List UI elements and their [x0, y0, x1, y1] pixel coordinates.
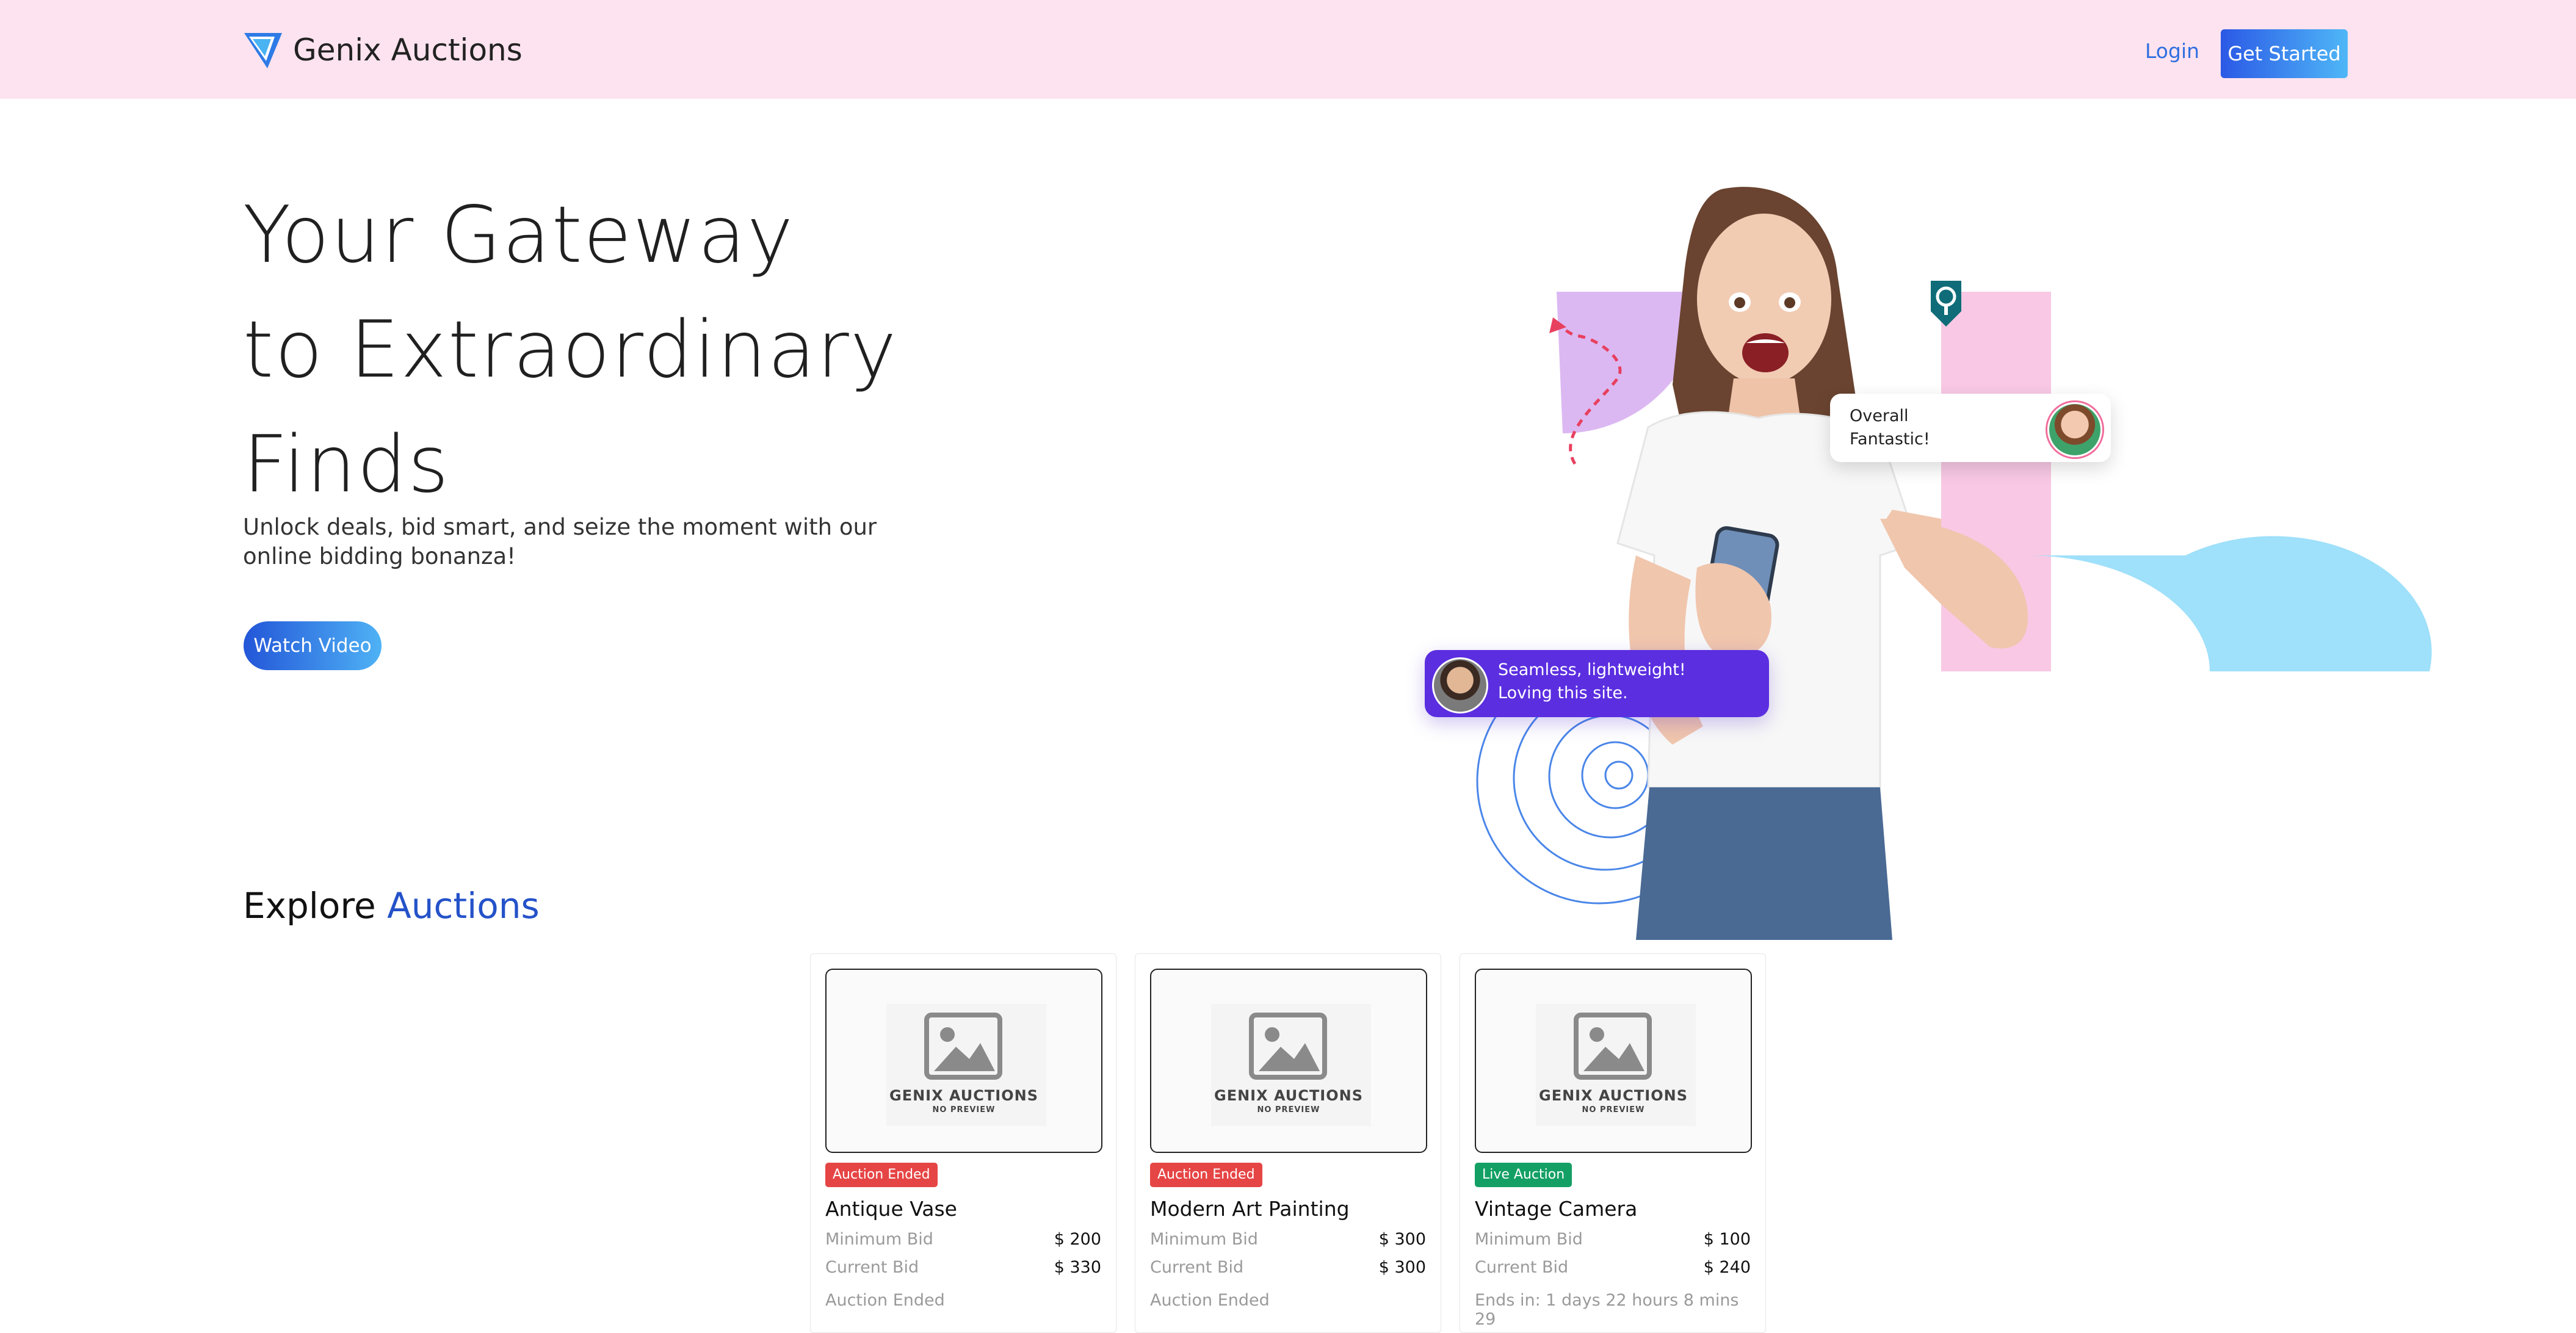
- auction-title[interactable]: Vintage Camera: [1475, 1197, 1637, 1221]
- review-bubble-fantastic: Overall Fantastic!: [1830, 394, 2111, 462]
- status-badge: Auction Ended: [825, 1163, 938, 1187]
- review-bubble-seamless: Seamless, lightweight! Loving this site.: [1425, 650, 1769, 717]
- auction-footer-row: Auction Ended: [1150, 1291, 1426, 1310]
- brand[interactable]: Genix Auctions: [243, 31, 523, 70]
- auction-card[interactable]: GENIX AUCTIONS NO PREVIEW Live Auction V…: [1460, 953, 1766, 1333]
- auction-card[interactable]: GENIX AUCTIONS NO PREVIEW Auction Ended …: [810, 953, 1116, 1333]
- placeholder-brand: GENIX AUCTIONS: [889, 1087, 1038, 1104]
- get-started-button[interactable]: Get Started: [2221, 29, 2348, 78]
- minimum-bid-value: $ 200: [1054, 1230, 1101, 1249]
- open-mouth: [1742, 333, 1789, 372]
- image-placeholder-icon: [1574, 1013, 1652, 1080]
- auction-footer: Auction Ended: [1150, 1291, 1270, 1310]
- hero-title-line-1: Your Gateway: [243, 190, 795, 281]
- image-placeholder-icon: [924, 1013, 1002, 1080]
- placeholder-sub: NO PREVIEW: [932, 1105, 996, 1114]
- review-line-1: Overall: [1850, 406, 1909, 425]
- image-placeholder-icon: [1249, 1013, 1327, 1080]
- auction-footer-row: Auction Ended: [825, 1291, 1101, 1310]
- auction-footer: Ends in: 1 days 22 hours 8 mins 29: [1475, 1291, 1739, 1329]
- placeholder-image: GENIX AUCTIONS NO PREVIEW: [825, 969, 1102, 1153]
- review-bubble-text: Overall Fantastic!: [1850, 405, 1930, 451]
- review-line-2: Fantastic!: [1850, 430, 1930, 449]
- status-badge: Live Auction: [1475, 1163, 1572, 1187]
- auction-title[interactable]: Modern Art Painting: [1150, 1197, 1350, 1221]
- current-bid-row: Current Bid $ 330: [825, 1258, 1101, 1277]
- explore-prefix: Explore: [243, 885, 376, 927]
- hero-title-line-3: Finds: [243, 419, 450, 510]
- minimum-bid-value: $ 100: [1703, 1230, 1751, 1249]
- current-bid-value: $ 300: [1378, 1258, 1426, 1277]
- minimum-bid-value: $ 300: [1378, 1230, 1426, 1249]
- jeans: [1636, 787, 1892, 940]
- minimum-bid-row: Minimum Bid $ 100: [1475, 1230, 1751, 1249]
- minimum-bid-label: Minimum Bid: [825, 1230, 933, 1249]
- auction-title[interactable]: Antique Vase: [825, 1197, 957, 1221]
- hero-title-line-2: to Extraordinary: [243, 305, 898, 396]
- minimum-bid-row: Minimum Bid $ 200: [825, 1230, 1101, 1249]
- top-navbar: Genix Auctions Login Get Started: [0, 0, 2576, 99]
- watch-video-button[interactable]: Watch Video: [244, 621, 382, 670]
- placeholder-image: GENIX AUCTIONS NO PREVIEW: [1150, 969, 1427, 1153]
- brand-name: Genix Auctions: [293, 32, 523, 68]
- review-line-1: Seamless, lightweight!: [1498, 660, 1686, 679]
- minimum-bid-label: Minimum Bid: [1475, 1230, 1583, 1249]
- current-bid-row: Current Bid $ 240: [1475, 1258, 1751, 1277]
- hero-subtitle: Unlock deals, bid smart, and seize the m…: [243, 514, 877, 569]
- current-bid-label: Current Bid: [1475, 1258, 1569, 1277]
- minimum-bid-row: Minimum Bid $ 300: [1150, 1230, 1426, 1249]
- minimum-bid-label: Minimum Bid: [1150, 1230, 1258, 1249]
- review-bubble-text: Seamless, lightweight! Loving this site.: [1498, 659, 1686, 705]
- current-bid-value: $ 330: [1054, 1258, 1101, 1277]
- auction-footer-row: Ends in: 1 days 22 hours 8 mins 29: [1475, 1291, 1751, 1329]
- login-link[interactable]: Login: [2145, 39, 2199, 63]
- hero-title: Your Gateway to Extraordinary Finds: [243, 178, 898, 522]
- placeholder-brand: GENIX AUCTIONS: [1214, 1087, 1363, 1104]
- reviewer-avatar: [2047, 402, 2102, 457]
- current-bid-value: $ 240: [1703, 1258, 1751, 1277]
- explore-auctions-heading: Explore Auctions: [243, 885, 540, 927]
- current-bid-label: Current Bid: [1150, 1258, 1244, 1277]
- placeholder-sub: NO PREVIEW: [1257, 1105, 1320, 1114]
- current-bid-row: Current Bid $ 300: [1150, 1258, 1426, 1277]
- auction-card[interactable]: GENIX AUCTIONS NO PREVIEW Auction Ended …: [1135, 953, 1441, 1333]
- auction-footer: Auction Ended: [825, 1291, 945, 1310]
- placeholder-sub: NO PREVIEW: [1582, 1105, 1645, 1114]
- reviewer-avatar: [1432, 657, 1488, 713]
- explore-accent: Auctions: [387, 885, 540, 927]
- placeholder-brand: GENIX AUCTIONS: [1539, 1087, 1688, 1104]
- review-line-2: Loving this site.: [1498, 684, 1628, 703]
- placeholder-image: GENIX AUCTIONS NO PREVIEW: [1475, 969, 1752, 1153]
- blue-wave-shape: [2027, 536, 2432, 671]
- triangle-logo-icon: [244, 33, 282, 68]
- current-bid-label: Current Bid: [825, 1258, 919, 1277]
- hero-illustration: [1476, 187, 2432, 940]
- status-badge: Auction Ended: [1150, 1163, 1262, 1187]
